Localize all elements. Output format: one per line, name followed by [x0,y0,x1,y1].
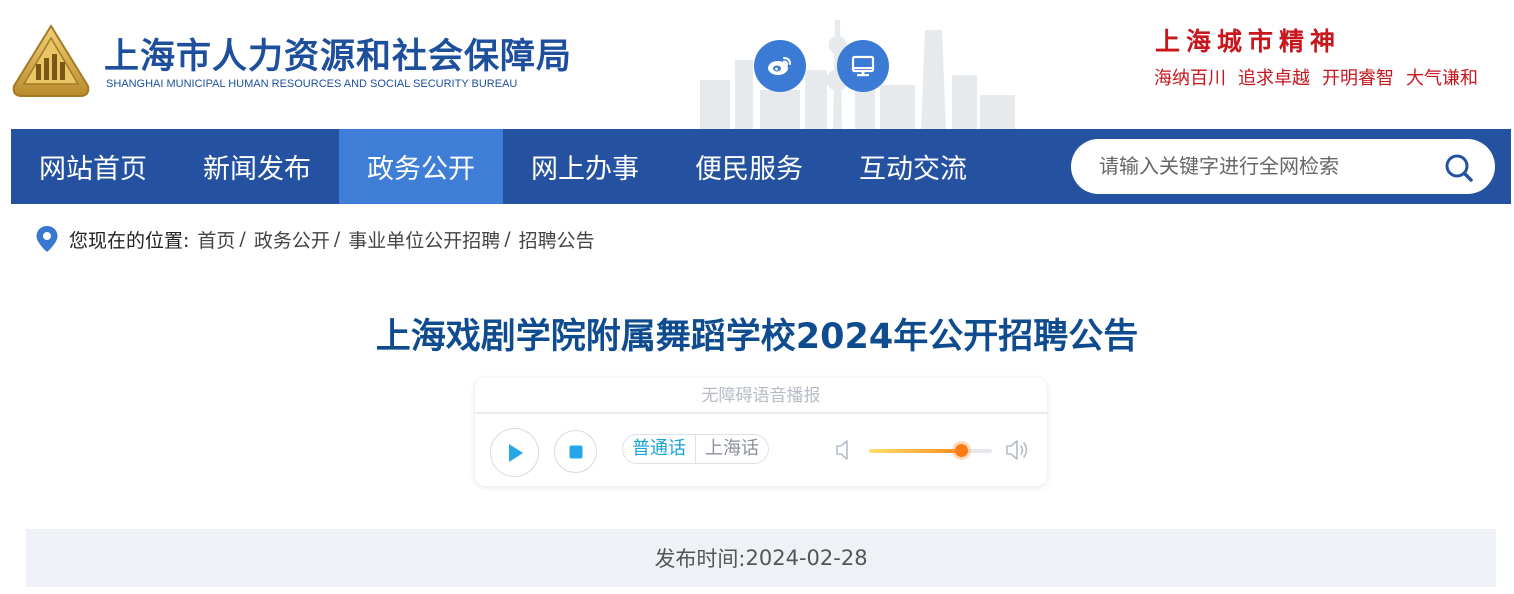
stop-button[interactable] [554,430,597,473]
bureau-name-cn: 上海市人力资源和社会保障局 [104,37,573,77]
site-header: 上海市人力资源和社会保障局 SHANGHAI MUNICIPAL HUMAN R… [0,0,1514,129]
breadcrumb-separator: / [333,228,341,250]
lang-mandarin[interactable]: 普通话 [623,435,695,463]
breadcrumb-lead: 您现在的位置: [69,229,190,252]
play-button[interactable] [490,428,539,477]
breadcrumb-separator: / [504,228,511,250]
nav-item-news[interactable]: 新闻发布 [175,129,339,204]
volume-low-icon[interactable] [835,438,853,462]
language-switch: 普通话 上海话 [622,434,769,464]
nav-item-online-services[interactable]: 网上办事 [503,129,667,204]
bureau-name-en: SHANGHAI MUNICIPAL HUMAN RESOURCES AND S… [106,78,518,90]
play-icon [508,443,523,462]
nav-item-home[interactable]: 网站首页 [11,129,175,204]
breadcrumb-gov-affairs[interactable]: 政务公开 [254,226,330,253]
breadcrumb-notices[interactable]: 招聘公告 [519,226,595,253]
breadcrumb: 您现在的位置: 首页 / 政务公开 / 事业单位公开招聘 / 招聘公告 [35,224,595,254]
bureau-emblem-logo[interactable] [10,24,92,100]
city-spirit-words: 海纳百川 追求卓越 开明睿智 大气谦和 [1154,64,1478,90]
search-input[interactable] [1099,151,1429,181]
city-spirit-title: 上海城市精神 [1155,27,1342,56]
volume-slider[interactable] [869,444,992,457]
stop-icon [569,445,582,458]
desktop-version-button[interactable] [837,40,889,92]
page-title: 上海戏剧学院附属舞蹈学校2024年公开招聘公告 [375,317,1139,357]
breadcrumb-home[interactable]: 首页 [197,226,235,253]
weibo-icon [768,57,791,75]
publish-date: 2024-02-28 [745,546,868,570]
spirit-word: 追求卓越 [1238,68,1310,89]
nav-item-interaction[interactable]: 互动交流 [831,129,995,204]
spirit-word: 海纳百川 [1154,68,1226,89]
nav-item-gov-affairs[interactable]: 政务公开 [339,129,503,204]
main-nav: 网站首页 新闻发布 政务公开 网上办事 便民服务 互动交流 [11,129,1511,204]
breadcrumb-separator: / [239,228,246,250]
volume-high-icon[interactable] [1005,438,1031,462]
breadcrumb-recruitment[interactable]: 事业单位公开招聘 [348,226,500,253]
location-pin-icon [36,226,58,252]
player-label: 无障碍语音播报 [475,378,1047,414]
search-icon[interactable] [1443,152,1475,184]
spirit-word: 大气谦和 [1406,68,1478,89]
publish-label: 发布时间: [654,547,746,571]
desktop-icon [851,55,875,77]
site-search [1071,139,1495,194]
spirit-word: 开明睿智 [1322,68,1394,89]
weibo-button[interactable] [754,40,806,92]
nav-item-public-services[interactable]: 便民服务 [667,129,831,204]
volume-fill [869,449,962,453]
volume-knob[interactable] [954,444,968,457]
publish-info: 发布时间: 2024-02-28 [26,529,1496,587]
lang-shanghainese[interactable]: 上海话 [695,435,768,463]
audio-player: 无障碍语音播报 普通话 上海话 [475,378,1047,486]
